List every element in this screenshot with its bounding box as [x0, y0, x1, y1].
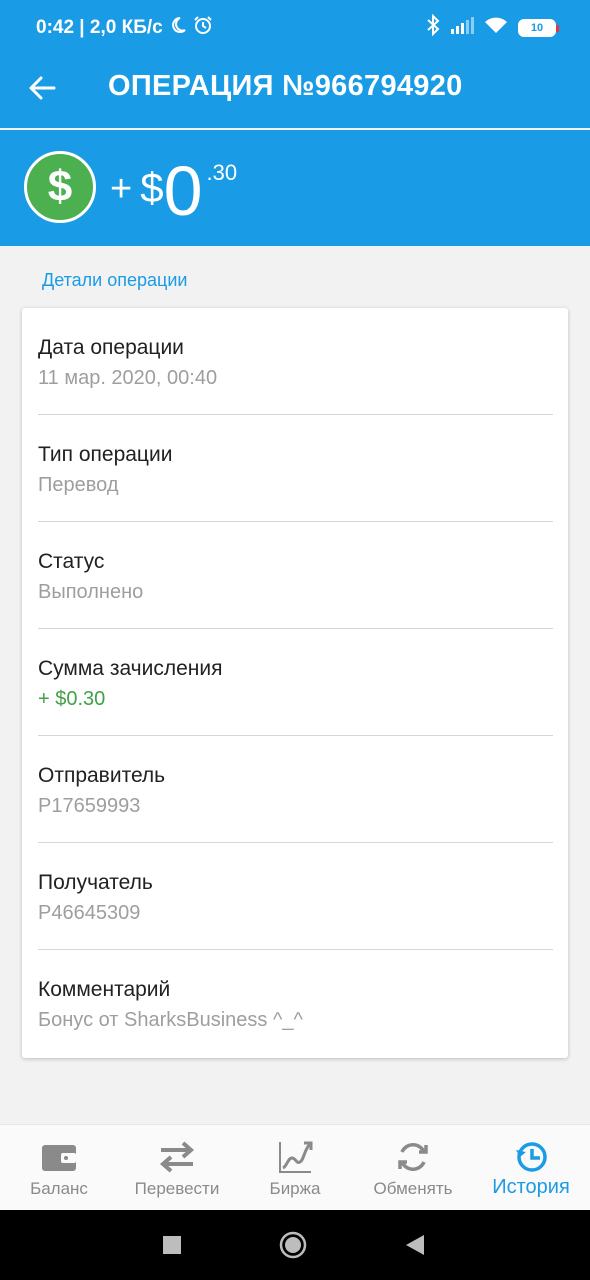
tab-label: Баланс — [30, 1179, 88, 1198]
alarm-icon — [193, 15, 213, 41]
tab-label: Обменять — [373, 1179, 453, 1198]
status-time-speed: 0:42 | 2,0 КБ/с — [36, 17, 163, 38]
battery-icon: 10 — [518, 18, 559, 37]
detail-row-sender: Отправитель P17659993 — [38, 736, 553, 843]
detail-row-type: Тип операции Перевод — [38, 415, 553, 522]
section-label: Детали операции — [42, 270, 188, 290]
detail-label: Тип операции — [38, 443, 173, 466]
detail-row-comment: Комментарий Бонус от SharksBusiness ^_^ — [38, 950, 553, 1057]
detail-value: Бонус от SharksBusiness ^_^ — [38, 1009, 303, 1031]
transfer-arrows-icon — [157, 1139, 197, 1175]
detail-label: Статус — [38, 550, 105, 573]
triangle-back-icon — [406, 1235, 424, 1255]
recents-button[interactable] — [157, 1230, 187, 1260]
detail-row-date: Дата операции 11 мар. 2020, 00:40 — [38, 308, 553, 415]
home-button[interactable] — [278, 1230, 308, 1260]
detail-row-amount: Сумма зачисления + $0.30 — [38, 629, 553, 736]
detail-label: Отправитель — [38, 764, 166, 787]
tab-history[interactable]: История — [472, 1125, 590, 1211]
tab-label: Биржа — [269, 1179, 321, 1198]
detail-label: Сумма зачисления — [38, 657, 223, 680]
detail-label: Комментарий — [38, 978, 171, 1001]
amount-currency: $ — [140, 164, 164, 211]
amount-decimal: .30 — [206, 160, 238, 185]
amount-integer: 0 — [163, 152, 203, 230]
dollar-coin-icon: $ — [24, 151, 96, 223]
amount-sign: + — [110, 168, 133, 210]
arrow-left-icon — [29, 76, 56, 100]
detail-row-recipient: Получатель P46645309 — [38, 843, 553, 950]
bluetooth-icon — [426, 13, 440, 41]
app-bar: ОПЕРАЦИЯ №966794920 — [0, 56, 590, 128]
detail-label: Дата операции — [38, 336, 184, 359]
detail-value: 11 мар. 2020, 00:40 — [38, 367, 218, 389]
status-right: 10 — [426, 13, 559, 41]
square-icon — [163, 1236, 181, 1254]
detail-label: Получатель — [38, 871, 153, 894]
tab-balance[interactable]: Баланс — [0, 1125, 118, 1211]
detail-row-status: Статус Выполнено — [38, 522, 553, 629]
wifi-icon — [484, 16, 508, 39]
detail-value: P17659993 — [38, 795, 141, 817]
detail-value: Перевод — [38, 474, 119, 496]
detail-value: Выполнено — [38, 581, 144, 603]
back-button[interactable] — [22, 68, 62, 108]
amount-header: $ + $ 0 .30 — [0, 130, 590, 246]
status-bar: 0:42 | 2,0 КБ/с 10 — [0, 0, 590, 56]
tab-swap[interactable]: Обменять — [354, 1125, 472, 1211]
back-system-button[interactable] — [400, 1230, 430, 1260]
tab-label: История — [492, 1176, 570, 1198]
tab-transfer[interactable]: Перевести — [118, 1125, 236, 1211]
screen: 0:42 | 2,0 КБ/с 10 ОПЕРАЦИЯ №966794920 $… — [0, 0, 590, 1280]
bottom-nav: Баланс Перевести Биржа Обменять История — [0, 1124, 590, 1210]
page-title: ОПЕРАЦИЯ №966794920 — [108, 70, 463, 102]
tab-label: Перевести — [134, 1179, 220, 1198]
tab-exchange-market[interactable]: Биржа — [236, 1125, 354, 1211]
status-left: 0:42 | 2,0 КБ/с — [36, 15, 213, 41]
exchange-icon — [393, 1139, 433, 1175]
dollar-sign: $ — [47, 162, 73, 211]
moon-icon — [169, 16, 187, 40]
detail-value-amount: + $0.30 — [38, 688, 106, 710]
system-nav-bar — [0, 1210, 590, 1280]
circle-icon — [279, 1231, 307, 1259]
amount-display: + $ 0 .30 — [110, 144, 237, 226]
chart-icon — [275, 1139, 315, 1175]
history-icon — [511, 1139, 551, 1175]
details-card: Дата операции 11 мар. 2020, 00:40 Тип оп… — [22, 308, 568, 1058]
wallet-icon — [39, 1139, 79, 1175]
detail-value: P46645309 — [38, 902, 141, 924]
signal-icon — [450, 16, 474, 39]
